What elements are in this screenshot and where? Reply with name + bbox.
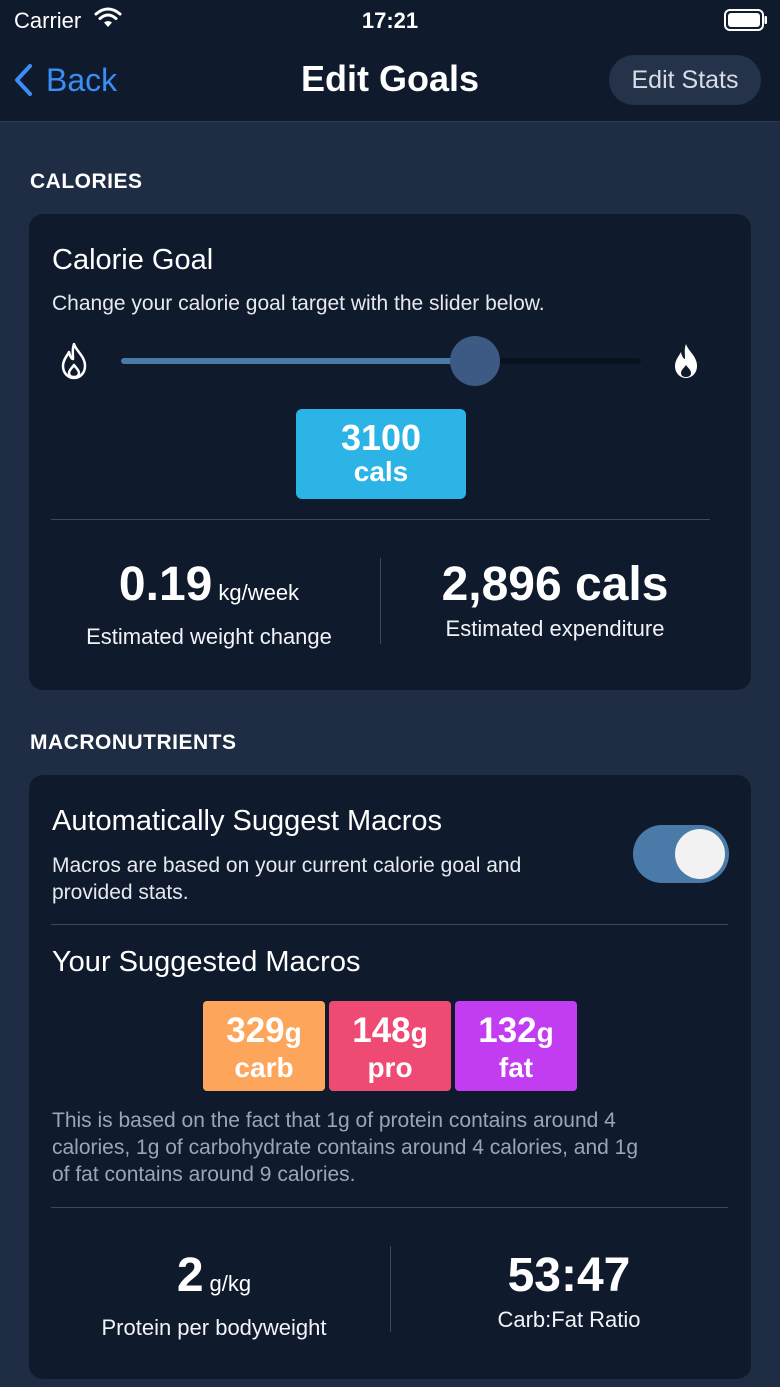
macros-card: Automatically Suggest Macros Macros are …	[29, 775, 751, 1379]
stat-divider	[380, 558, 381, 644]
calorie-goal-unit: cals	[353, 456, 409, 487]
macros-note-line1: This is based on the fact that 1g of pro…	[52, 1109, 616, 1132]
carb-fat-ratio-label: Carb:Fat Ratio	[497, 1307, 641, 1332]
auto-macros-toggle[interactable]	[633, 825, 729, 883]
toggle-knob	[675, 829, 725, 879]
divider	[51, 519, 710, 520]
slider-thumb[interactable]	[449, 336, 500, 386]
weight-change-label: Estimated weight change	[86, 624, 332, 649]
protein-per-bodyweight-value: 2	[176, 1249, 204, 1302]
battery-icon	[724, 9, 767, 31]
carb-unit: g	[284, 1017, 302, 1048]
auto-macros-description-line1: Macros are based on your current calorie…	[52, 854, 522, 877]
fat-macro: 132g fat	[455, 1001, 577, 1091]
calories-section-header: CALORIES	[30, 170, 143, 193]
divider	[51, 924, 728, 925]
fat-unit: g	[536, 1017, 554, 1048]
protein-label: pro	[367, 1052, 413, 1083]
weight-change-value: 0.19	[118, 558, 213, 611]
carb-label: carb	[234, 1052, 294, 1083]
protein-value: 148	[352, 1011, 411, 1050]
calorie-goal-value: 3100	[340, 417, 422, 458]
carb-fat-ratio-stat: 53:47 Carb:Fat Ratio	[395, 1249, 743, 1333]
suggested-macros-title: Your Suggested Macros	[52, 946, 361, 978]
protein-per-bodyweight-stat: 2 g/kg Protein per bodyweight	[51, 1249, 377, 1341]
calorie-goal-title: Calorie Goal	[52, 244, 214, 276]
expenditure-stat: 2,896 cals Estimated expenditure	[395, 558, 715, 642]
fat-value: 132	[478, 1011, 537, 1050]
slider-fill	[121, 358, 475, 364]
navigation-bar: Back Edit Goals Edit Stats	[0, 40, 780, 122]
calorie-slider[interactable]	[121, 336, 641, 386]
flame-filled-icon	[675, 344, 697, 378]
macros-note-line2: calories, 1g of carbohydrate contains ar…	[52, 1136, 639, 1159]
weight-change-stat: 0.19 kg/week Estimated weight change	[51, 558, 367, 650]
calorie-goal-subtitle: Change your calorie goal target with the…	[52, 292, 545, 315]
auto-macros-title: Automatically Suggest Macros	[52, 805, 443, 837]
expenditure-value: 2,896 cals	[441, 558, 669, 611]
macronutrients-section-header: MACRONUTRIENTS	[30, 731, 237, 754]
weight-change-unit: kg/week	[218, 580, 300, 605]
edit-stats-button[interactable]: Edit Stats	[609, 55, 761, 105]
protein-per-bodyweight-label: Protein per bodyweight	[101, 1315, 327, 1340]
auto-macros-description-line2: provided stats.	[52, 881, 189, 904]
carb-macro: 329g carb	[203, 1001, 325, 1091]
fat-label: fat	[498, 1052, 534, 1083]
protein-per-bodyweight-unit: g/kg	[209, 1271, 252, 1296]
status-time: 17:21	[361, 8, 419, 33]
status-bar: Carrier 17:21	[0, 0, 780, 40]
calorie-goal-badge: 3100 cals	[296, 409, 466, 499]
divider	[51, 1207, 728, 1208]
protein-unit: g	[410, 1017, 428, 1048]
carb-fat-ratio-value: 53:47	[507, 1249, 631, 1302]
protein-macro: 148g pro	[329, 1001, 451, 1091]
flame-outline-icon	[61, 342, 87, 380]
calorie-goal-card: Calorie Goal Change your calorie goal ta…	[29, 214, 751, 690]
carb-value: 329	[226, 1011, 285, 1050]
stat-divider	[390, 1246, 391, 1332]
macros-note-line3: of fat contains around 9 calories.	[52, 1163, 356, 1186]
macros-note: This is based on the fact that 1g of pro…	[52, 1107, 742, 1188]
expenditure-label: Estimated expenditure	[445, 616, 665, 641]
